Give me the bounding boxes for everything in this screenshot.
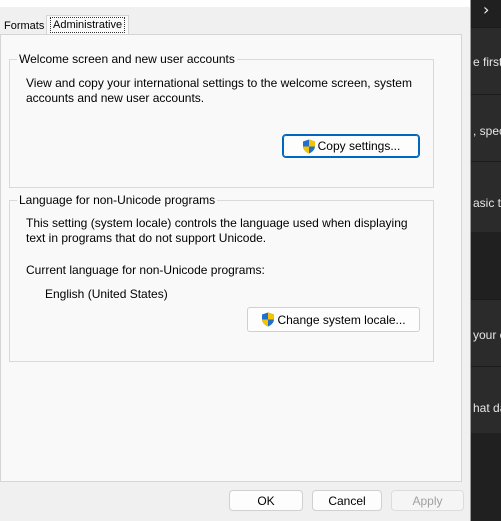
- dialog-top-strip: [0, 0, 470, 7]
- uac-shield-icon: [262, 312, 275, 327]
- current-language-label: Current language for non-Unicode program…: [26, 263, 265, 277]
- uac-shield-icon: [302, 139, 315, 153]
- description-line: accounts and new user accounts.: [26, 91, 205, 105]
- language-description: This setting (system locale) controls th…: [26, 216, 408, 246]
- tab-administrative-label: Administrative: [50, 17, 126, 33]
- group-title: Welcome screen and new user accounts: [17, 52, 237, 66]
- background-text: e first: [473, 55, 501, 69]
- cancel-button[interactable]: Cancel: [312, 490, 382, 511]
- ok-button[interactable]: OK: [229, 490, 303, 511]
- region-settings-dialog: Formats Administrative Welcome screen an…: [0, 0, 471, 521]
- background-row: e first: [470, 27, 501, 94]
- chevron-right-icon[interactable]: ›: [483, 0, 489, 19]
- background-text: , spec: [473, 124, 501, 138]
- background-row: , spec: [470, 94, 501, 161]
- welcome-screen-group: Welcome screen and new user accounts Vie…: [9, 52, 434, 188]
- apply-button[interactable]: Apply: [391, 490, 464, 511]
- tab-page-administrative: Welcome screen and new user accounts Vie…: [0, 34, 462, 482]
- background-text: your c: [473, 328, 501, 342]
- background-row: your c: [470, 299, 501, 366]
- current-language-value: English (United States): [45, 287, 168, 301]
- copy-settings-button[interactable]: Copy settings...: [282, 134, 420, 158]
- tab-strip: Formats Administrative: [0, 13, 470, 35]
- background-text: hat da: [473, 401, 501, 415]
- non-unicode-group: Language for non-Unicode programs This s…: [9, 193, 434, 362]
- group-title: Language for non-Unicode programs: [17, 193, 218, 207]
- description-line: View and copy your international setting…: [26, 76, 412, 90]
- background-text: asic ty: [473, 196, 501, 210]
- change-system-locale-button[interactable]: Change system locale...: [247, 307, 420, 332]
- copy-settings-label: Copy settings...: [317, 139, 401, 153]
- background-row: asic ty: [470, 161, 501, 232]
- tab-administrative[interactable]: Administrative: [46, 15, 130, 35]
- change-locale-label: Change system locale...: [277, 312, 406, 327]
- description-line: text in programs that do not support Uni…: [26, 231, 267, 245]
- background-row: hat da: [470, 366, 501, 433]
- description-line: This setting (system locale) controls th…: [26, 216, 408, 230]
- background-app-window: e first , spec asic ty your c hat da: [470, 0, 501, 521]
- tab-formats[interactable]: Formats: [0, 17, 48, 35]
- welcome-description: View and copy your international setting…: [26, 76, 412, 106]
